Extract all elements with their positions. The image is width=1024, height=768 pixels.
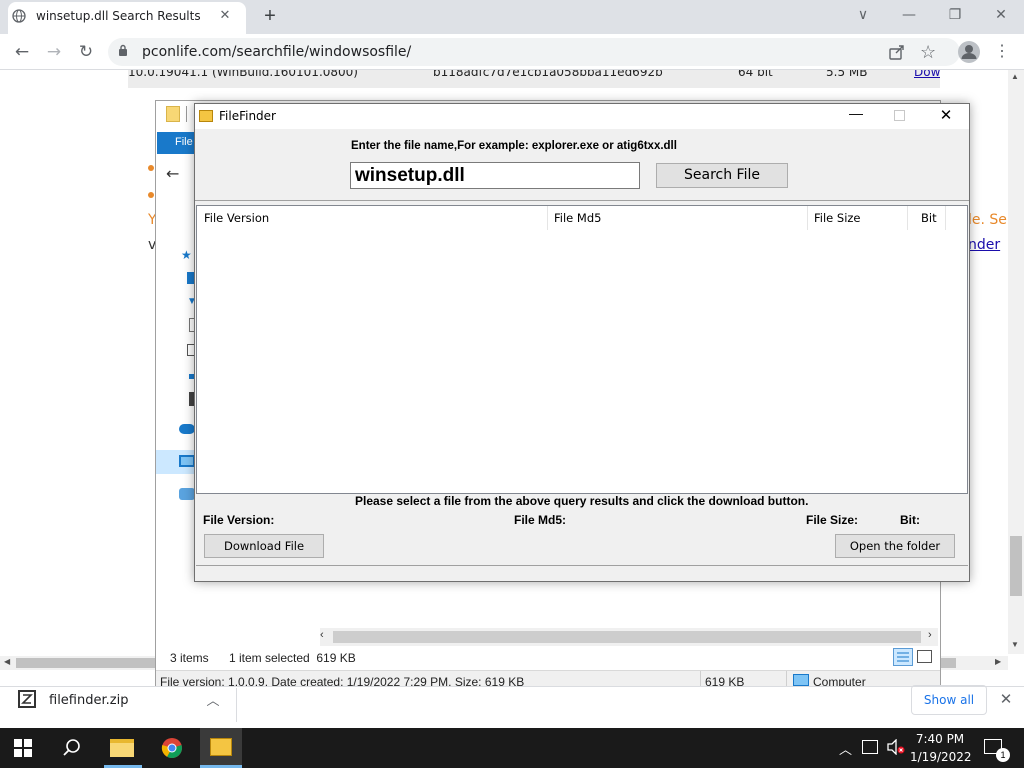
bullet [148,165,154,171]
forward-arrow-icon[interactable]: → [42,40,66,64]
filefinder-app-icon [199,110,213,122]
instruction-text: Please select a file from the above quer… [355,494,809,508]
ff-maximize-icon[interactable] [894,110,905,121]
explorer-hscroll-thumb[interactable] [333,631,921,643]
column-divider[interactable] [807,206,808,230]
onedrive-icon[interactable] [179,424,195,434]
share-icon[interactable] [888,43,906,61]
tab-title: winsetup.dll Search Results [36,9,201,23]
clock-time[interactable]: 7:40 PM [912,732,968,746]
lock-icon[interactable] [118,44,128,56]
zip-file-icon[interactable] [18,690,36,708]
file-version-label: File Version: [203,513,275,527]
close-shelf-icon[interactable]: ✕ [997,690,1015,708]
globe-icon [12,9,26,23]
file-size-label: File Size: [806,513,859,527]
row-bit: 64 bit [738,70,773,79]
show-all-button[interactable]: Show all [911,685,987,715]
network-tray-icon[interactable] [862,740,878,754]
windows-start-icon[interactable] [14,739,32,757]
explorer-scroll-right-icon[interactable]: › [928,629,932,641]
column-divider[interactable] [907,206,908,230]
new-tab-button[interactable]: + [258,4,282,28]
scroll-up-arrow-icon[interactable]: ▲ [1011,72,1019,81]
bit-label: Bit: [900,513,920,527]
page-text-fragment: le. Se [968,212,1007,228]
column-divider[interactable] [547,206,548,230]
selected-info: 1 item selected 619 KB [229,651,356,665]
file-md5-label: File Md5: [514,513,567,527]
show-hidden-icons-chevron-icon[interactable]: ︿ [839,739,852,758]
vertical-scroll-thumb[interactable] [1010,536,1022,596]
download-chevron-up-icon[interactable]: ︿ [204,690,222,708]
scroll-left-arrow-icon[interactable]: ◀ [4,657,10,666]
explorer-back-icon[interactable]: ← [166,164,179,183]
download-link[interactable]: Download [914,70,940,79]
tab-close-icon[interactable]: ✕ [216,6,234,24]
row-md5: b118adfc7d7e1cb1a058bba11ed692b [433,70,663,79]
reload-icon[interactable]: ↻ [74,40,98,64]
bullet [148,192,154,198]
filename-search-input[interactable]: winsetup.dll [350,162,640,189]
profile-avatar-icon[interactable] [958,41,980,63]
quick-access-star-icon[interactable]: ★ [181,248,192,262]
search-prompt-label: Enter the file name,For example: explore… [351,140,677,152]
ff-minimize-icon[interactable]: — [848,105,864,121]
ff-close-icon[interactable]: ✕ [938,106,954,124]
file-explorer-taskbar-icon[interactable] [110,739,134,757]
network-icon[interactable] [179,488,195,500]
filefinder-taskbar-icon[interactable] [210,738,232,756]
menu-kebab-icon[interactable]: ⋮ [994,42,1010,62]
volume-muted-icon[interactable] [886,738,906,756]
filefinder-title: FileFinder [219,109,276,123]
items-count: 3 items [170,651,209,665]
column-header-file-md5[interactable]: File Md5 [554,211,601,225]
divider [195,200,969,201]
download-filename[interactable]: filefinder.zip [49,693,128,708]
results-list[interactable] [196,205,968,494]
divider [236,688,237,722]
folder-icon [166,106,180,122]
details-view-icon[interactable] [893,648,913,666]
large-icons-view-icon[interactable] [917,650,932,663]
bookmark-star-icon[interactable]: ☆ [920,42,940,62]
close-window-button[interactable]: ✕ [978,0,1024,30]
url-text[interactable]: pconlife.com/searchfile/windowsosfile/ [142,44,411,60]
column-header-bit[interactable]: Bit [921,211,937,225]
search-file-button[interactable]: Search File [656,163,788,188]
scroll-down-arrow-icon[interactable]: ▼ [1011,640,1019,649]
column-divider[interactable] [945,206,946,230]
column-header-file-size[interactable]: File Size [814,211,861,225]
computer-icon [793,674,809,686]
column-header-file-version[interactable]: File Version [204,211,269,225]
download-file-button[interactable]: Download File [204,534,324,558]
row-size: 5.5 MB [826,70,868,79]
open-folder-button[interactable]: Open the folder [835,534,955,558]
chrome-taskbar-icon[interactable] [161,737,183,759]
page-link-fragment[interactable]: nder [968,237,1000,253]
restore-button[interactable]: ❐ [932,0,978,30]
back-arrow-icon[interactable]: ← [10,40,34,64]
explorer-scroll-left-icon[interactable]: ‹ [320,629,324,641]
download-shelf [0,686,1024,728]
this-pc-icon[interactable] [179,455,195,467]
clock-date[interactable]: 1/19/2022 [910,750,972,764]
notification-badge: 1 [996,748,1010,762]
tab-search-icon[interactable]: ∨ [840,0,886,30]
explorer-file-tab[interactable]: File [157,132,195,154]
title-divider [186,106,187,122]
scroll-right-arrow-icon[interactable]: ▶ [995,657,1001,666]
results-header: File Version File Md5 File Size Bit [197,206,967,230]
filefinder-status-bar [196,565,968,581]
search-icon[interactable] [62,738,82,758]
minimize-button[interactable]: — [886,0,932,30]
row-version: 10.0.19041.1 (WinBuild.160101.0800) [128,70,358,79]
table-row: 10.0.19041.1 (WinBuild.160101.0800) b118… [128,70,940,88]
